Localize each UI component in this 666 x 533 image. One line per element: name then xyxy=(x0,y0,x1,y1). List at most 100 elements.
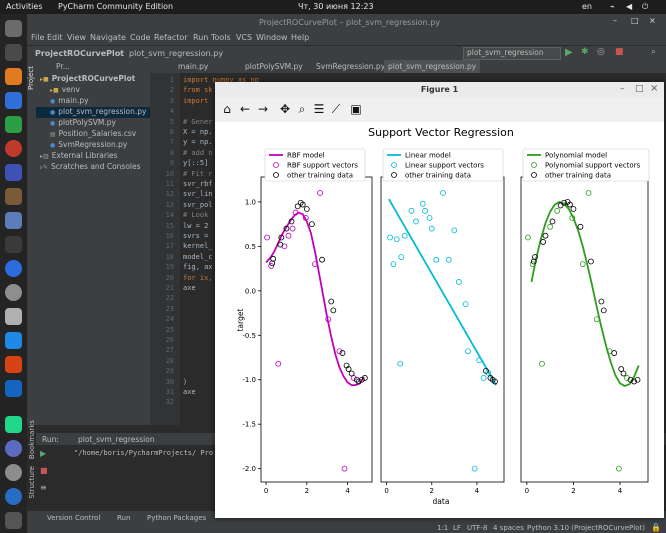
minimize-icon[interactable]: – xyxy=(613,16,617,25)
forward-icon[interactable]: → xyxy=(255,101,271,117)
tab-svmregression-py[interactable]: SvmRegression.py xyxy=(316,62,386,72)
code-line[interactable]: # add n xyxy=(183,149,213,157)
maximize-icon[interactable]: □ xyxy=(631,16,639,25)
network-app-icon[interactable] xyxy=(5,260,22,277)
tab-main-py[interactable]: main.py xyxy=(178,62,238,72)
code-line[interactable]: # Fit r xyxy=(183,170,213,178)
project-tree-item[interactable]: ● SvmRegression.py xyxy=(36,140,150,151)
code-line[interactable]: fig, ax xyxy=(183,263,213,271)
language-indicator[interactable]: en xyxy=(582,2,592,11)
debug-icon[interactable]: ✱ xyxy=(581,47,589,57)
project-tool-tab[interactable]: Project xyxy=(27,66,35,90)
download-app-icon[interactable] xyxy=(5,380,22,397)
indent-setting[interactable]: 4 spaces xyxy=(493,524,524,532)
project-panel-title[interactable]: Pr... xyxy=(56,62,70,71)
figure-canvas[interactable]: Support Vector Regression target data 0 2… xyxy=(215,122,664,516)
project-tree-item[interactable]: ● plotPolySVM.py xyxy=(36,118,150,129)
code-line[interactable]: y[::5] xyxy=(183,159,208,167)
code-line[interactable]: ) xyxy=(183,378,187,386)
show-apps-icon[interactable] xyxy=(5,512,22,529)
clock[interactable]: Чт, 30 июня 12:23 xyxy=(298,2,374,11)
activities-button[interactable]: Activities xyxy=(6,2,43,11)
scroll-icon[interactable]: ≡ xyxy=(40,483,47,492)
code-line[interactable]: svrs = xyxy=(183,232,208,240)
help-app-icon[interactable] xyxy=(5,464,22,481)
active-app-menu[interactable]: PyCharm Community Edition xyxy=(58,2,173,11)
menu-file[interactable]: File xyxy=(31,33,44,42)
subplot-2[interactable]: 0 2 4 Linear model Linear support vectors oth… xyxy=(380,148,505,495)
file-encoding[interactable]: UTF-8 xyxy=(467,524,487,532)
project-tree-item[interactable]: ▸■ venv xyxy=(36,85,150,96)
project-tree-item[interactable]: ● plot_svm_regression.py xyxy=(36,107,150,118)
figure-close-icon[interactable]: × xyxy=(650,83,658,94)
pan-icon[interactable]: ✥ xyxy=(277,101,293,117)
writer-app-icon[interactable] xyxy=(5,92,22,109)
code-line[interactable]: model_c xyxy=(183,253,213,261)
coverage-icon[interactable]: ◎ xyxy=(597,47,605,57)
python-interpreter[interactable]: Python 3.10 (ProjectROCurvePlot) xyxy=(527,524,645,532)
menu-help[interactable]: Help xyxy=(291,33,309,42)
monitor-app-icon[interactable] xyxy=(5,332,22,349)
code-line[interactable]: y = np. xyxy=(183,138,213,146)
save-icon[interactable]: ▣ xyxy=(348,101,364,117)
line-separator[interactable]: LF xyxy=(453,524,461,532)
code-line[interactable]: from sk xyxy=(183,86,213,94)
lock-icon[interactable]: 🔒 xyxy=(651,523,661,532)
python-app-icon[interactable] xyxy=(5,440,22,457)
code-line[interactable]: import xyxy=(183,97,208,105)
zoom-icon[interactable]: ⌕ xyxy=(294,101,310,117)
project-tree-item[interactable]: ▸■ ProjectROCurvePlot xyxy=(36,74,150,85)
disk-app-icon[interactable] xyxy=(5,284,22,301)
run-bottom-tab[interactable]: Run xyxy=(117,514,130,522)
code-line[interactable]: svr_lin xyxy=(183,190,213,198)
figure-minimize-icon[interactable]: – xyxy=(620,84,625,94)
code-line[interactable]: # Look xyxy=(183,211,208,219)
code-line[interactable]: X = np. xyxy=(183,128,213,136)
project-tree-item[interactable]: ▤ Position_Salaries.csv xyxy=(36,129,150,140)
figure-maximize-icon[interactable]: □ xyxy=(635,84,644,94)
breadcrumb-project[interactable]: ProjectROCurvePlot xyxy=(35,49,124,58)
python-packages-tab[interactable]: Python Packages xyxy=(147,514,206,522)
project-tree-item[interactable]: ▸▥ External Libraries xyxy=(36,151,150,162)
code-line[interactable]: kernel_ xyxy=(183,242,213,250)
rerun-icon[interactable]: ▶ xyxy=(40,449,46,458)
menu-view[interactable]: View xyxy=(67,33,86,42)
mail-app-icon[interactable] xyxy=(5,356,22,373)
search-icon[interactable]: ⌕ xyxy=(651,47,656,57)
tab-plotpolysvm-py[interactable]: plotPolySVM.py xyxy=(245,62,309,72)
settings-app-icon[interactable] xyxy=(5,164,22,181)
dark-app-icon[interactable] xyxy=(5,236,22,253)
stop-run-icon[interactable]: ■ xyxy=(40,466,48,475)
subplot-3[interactable]: 0 2 4 Polynomial model Polynomial support ve… xyxy=(520,148,650,495)
chrome-app-icon[interactable] xyxy=(5,140,22,157)
network-icon[interactable]: ⌁ xyxy=(610,2,615,11)
code-line[interactable]: axe xyxy=(183,284,196,292)
project-tree-item[interactable]: ▹✎ Scratches and Consoles xyxy=(36,162,150,173)
code-line[interactable]: svr_rbf xyxy=(183,180,213,188)
breadcrumb-file[interactable]: plot_svm_regression.py xyxy=(129,49,223,58)
run-config-selector[interactable]: plot_svm_regression xyxy=(463,47,561,60)
run-icon[interactable]: ▶ xyxy=(565,47,573,58)
bookmarks-tool-tab[interactable]: Bookmarks xyxy=(28,420,36,459)
project-tree-item[interactable]: ● main.py xyxy=(36,96,150,107)
menu-tools[interactable]: Tools xyxy=(211,33,231,42)
menu-code[interactable]: Code xyxy=(130,33,150,42)
menu-edit[interactable]: Edit xyxy=(47,33,63,42)
code-line[interactable]: svr_pol xyxy=(183,201,213,209)
text-editor-app-icon[interactable] xyxy=(5,188,22,205)
files-app-icon[interactable] xyxy=(5,20,22,37)
code-line[interactable]: lw = 2 xyxy=(183,222,208,230)
sound-app-icon[interactable] xyxy=(5,212,22,229)
database-app-icon[interactable] xyxy=(5,308,22,325)
run-tab[interactable]: plot_svm_regression xyxy=(78,435,155,444)
stop-icon[interactable]: ■ xyxy=(615,47,624,57)
cursor-position[interactable]: 1:1 xyxy=(437,524,448,532)
back-icon[interactable]: ← xyxy=(237,101,253,117)
code-line[interactable]: for ix, xyxy=(183,274,213,282)
software-app-icon[interactable] xyxy=(5,68,22,85)
subplot-1[interactable]: 0 2 4 1.0 0.5 0.0 -0.5 -1.0 -1.5 -2.0 RBF model RBF… xyxy=(242,148,373,495)
calc-app-icon[interactable] xyxy=(5,116,22,133)
configure-icon[interactable]: ☰ xyxy=(311,101,327,117)
code-line[interactable]: # Gener xyxy=(183,118,213,126)
power-icon[interactable]: ⏻ xyxy=(642,2,648,12)
